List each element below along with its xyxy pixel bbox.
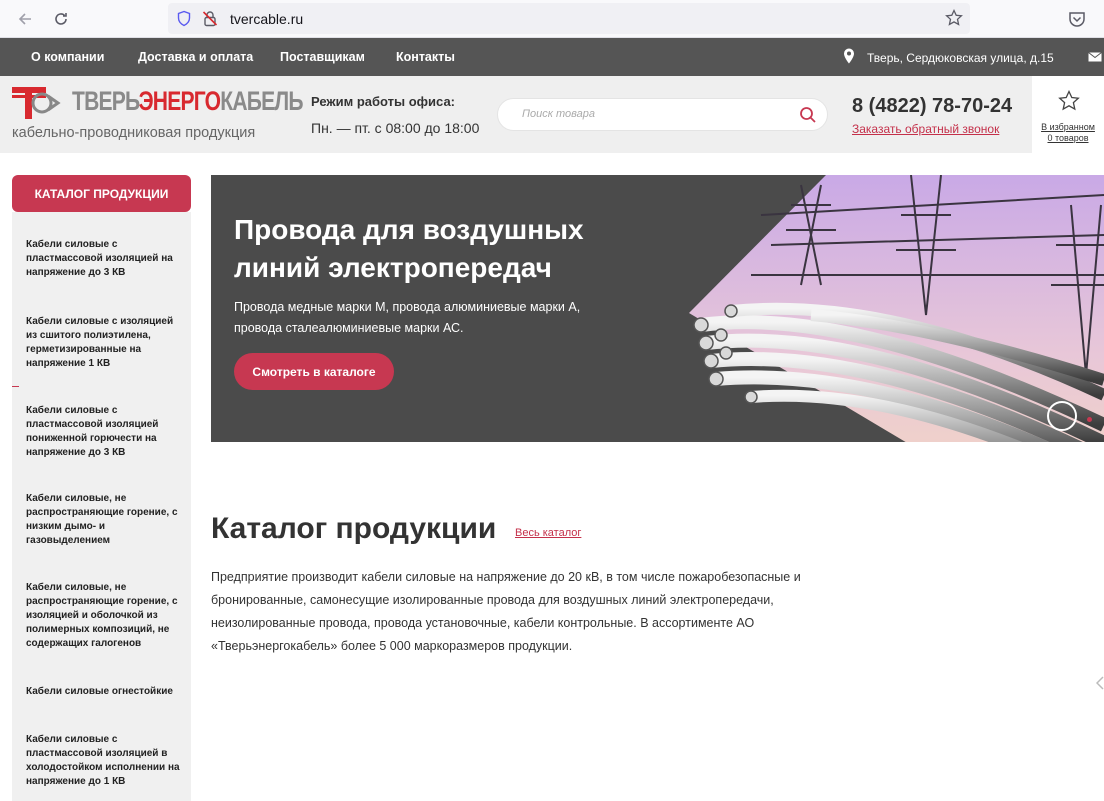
favorites-widget[interactable]: В избранном 0 товаров xyxy=(1032,76,1104,153)
back-arrow-icon[interactable] xyxy=(12,6,38,32)
nav-link-suppliers[interactable]: Поставщикам xyxy=(280,50,365,64)
office-hours-value: Пн. — пт. с 08:00 до 18:00 xyxy=(311,120,480,136)
nav-link-contacts[interactable]: Контакты xyxy=(396,50,455,64)
logo-wordmark[interactable]: ТВЕРЬЭНЕРГОКАБЕЛЬ xyxy=(72,86,304,117)
slider-dot[interactable] xyxy=(1087,417,1092,422)
company-logo-icon[interactable] xyxy=(12,85,64,121)
catalog-section-title: Каталог продукции xyxy=(211,512,497,545)
nav-link-about[interactable]: О компании xyxy=(31,50,104,64)
logo-subtitle: кабельно-проводниковая продукция xyxy=(12,125,256,141)
insecure-lock-icon[interactable] xyxy=(202,10,218,27)
sidebar-item-cold-resistant[interactable]: Кабели силовые с пластмассовой изоляцией… xyxy=(26,733,182,789)
catalog-menu-button[interactable]: КАТАЛОГ ПРОДУКЦИИ xyxy=(12,175,191,212)
sidebar-item-low-smoke[interactable]: Кабели силовые, не распространяющие горе… xyxy=(26,492,182,548)
url-text[interactable]: tvercable.ru xyxy=(230,11,303,27)
sidebar-item-halogen-free[interactable]: Кабели силовые, не распространяющие горе… xyxy=(26,581,182,651)
sidebar-item-fire-resistant[interactable]: Кабели силовые огнестойкие xyxy=(26,685,182,699)
logo-word-3: КАБЕЛЬ xyxy=(220,86,303,116)
sidebar-item-plastic-insulation[interactable]: Кабели силовые с пластмассовой изоляцией… xyxy=(26,238,182,280)
chevron-left-icon[interactable] xyxy=(1096,676,1104,690)
reload-icon[interactable] xyxy=(48,6,74,32)
search-icon[interactable] xyxy=(799,106,817,124)
favorites-label[interactable]: В избранном xyxy=(1032,122,1104,132)
search-box xyxy=(497,98,828,131)
sidebar-item-xlpe[interactable]: Кабели силовые с изоляцией из сшитого по… xyxy=(26,315,182,371)
top-navigation: О компании Доставка и оплата Поставщикам… xyxy=(0,38,1104,76)
hero-banner: Провода для воздушных линий электроперед… xyxy=(211,175,1104,442)
favorites-count[interactable]: 0 товаров xyxy=(1032,133,1104,143)
address-bar[interactable]: tvercable.ru xyxy=(168,3,970,34)
star-icon xyxy=(1058,90,1080,111)
bookmark-star-icon[interactable] xyxy=(944,8,964,28)
slider-dot-active[interactable] xyxy=(1047,401,1077,431)
office-hours-title: Режим работы офиса: xyxy=(311,94,455,109)
nav-link-delivery[interactable]: Доставка и оплата xyxy=(138,50,253,64)
mail-icon[interactable] xyxy=(1088,52,1102,62)
view-catalog-button[interactable]: Смотреть в каталоге xyxy=(234,353,394,390)
sidebar-active-marker xyxy=(12,386,19,387)
phone-number[interactable]: 8 (4822) 78-70-24 xyxy=(852,95,1012,118)
site-header: ТВЕРЬЭНЕРГОКАБЕЛЬ кабельно-проводниковая… xyxy=(0,76,1104,153)
hero-description: Провода медные марки М, провода алюминие… xyxy=(234,300,581,335)
logo-word-2: ЭНЕРГО xyxy=(138,86,221,116)
hero-title: Провода для воздушных линий электроперед… xyxy=(234,214,584,283)
all-catalog-link[interactable]: Весь каталог xyxy=(515,527,581,539)
search-input[interactable] xyxy=(522,108,782,120)
logo-word-1: ТВЕРЬ xyxy=(72,86,139,116)
sidebar-item-low-flammability[interactable]: Кабели силовые с пластмассовой изоляцией… xyxy=(26,404,182,460)
catalog-description: Предприятие производит кабели силовые на… xyxy=(211,570,801,653)
pocket-icon[interactable] xyxy=(1066,8,1088,30)
catalog-sidebar: Кабели силовые с пластмассовой изоляцией… xyxy=(12,212,191,801)
browser-toolbar: tvercable.ru xyxy=(0,0,1104,38)
office-address: Тверь, Сердюковская улица, д.15 xyxy=(867,51,1054,65)
location-pin-icon xyxy=(844,48,854,64)
callback-link[interactable]: Заказать обратный звонок xyxy=(852,122,999,136)
shield-icon[interactable] xyxy=(176,10,192,27)
